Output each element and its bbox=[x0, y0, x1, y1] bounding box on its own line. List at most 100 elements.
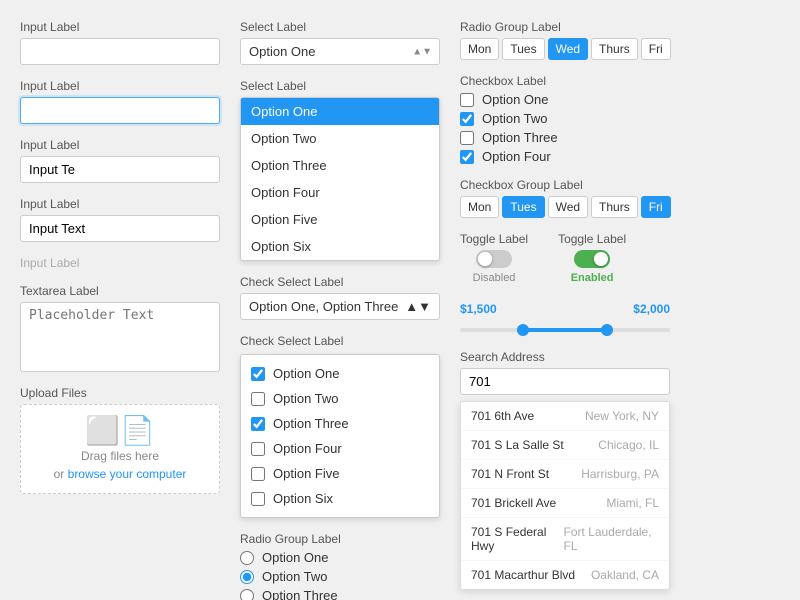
checkbox-group-label: Checkbox Group Label bbox=[460, 178, 670, 192]
radio-field: Radio Group Label Option One Option Two … bbox=[240, 532, 440, 600]
cb-opt-3-box[interactable] bbox=[460, 131, 474, 145]
textarea-field: Textarea Label bbox=[20, 284, 220, 372]
check-select-display[interactable]: Option One, Option Three ▲▼ bbox=[240, 293, 440, 320]
input-2[interactable] bbox=[20, 97, 220, 124]
day-wed[interactable]: Wed bbox=[548, 38, 588, 60]
addr-main-3: 701 N Front St bbox=[471, 467, 549, 481]
range-thumb-right[interactable] bbox=[601, 324, 613, 336]
addr-city-5: Fort Lauderdale, FL bbox=[563, 525, 659, 553]
radio-label: Radio Group Label bbox=[240, 532, 440, 546]
checkbox-field: Checkbox Label Option One Option Two Opt… bbox=[460, 74, 670, 164]
input-label-5: Input Label bbox=[20, 256, 220, 270]
range-labels: $1,500 $2,000 bbox=[460, 302, 670, 316]
radio-opt-3-btn[interactable] bbox=[240, 589, 254, 600]
dropdown-option-3[interactable]: Option Three bbox=[241, 152, 439, 179]
upload-dropzone[interactable]: ⬜📄 Drag files here or browse your comput… bbox=[20, 404, 220, 494]
upload-field: Upload Files ⬜📄 Drag files here or brows… bbox=[20, 386, 220, 494]
input-1[interactable] bbox=[20, 38, 220, 65]
toggle-2-track[interactable] bbox=[574, 250, 610, 268]
day-fri[interactable]: Fri bbox=[641, 38, 671, 60]
toggle-1-thumb bbox=[478, 252, 492, 266]
pill-mon[interactable]: Mon bbox=[460, 196, 499, 218]
pill-tues[interactable]: Tues bbox=[502, 196, 544, 218]
checkbox-group: Option One Option Two Option Three Optio… bbox=[460, 92, 670, 164]
toggle-1-track[interactable] bbox=[476, 250, 512, 268]
check-opt-1[interactable]: Option One bbox=[241, 361, 439, 386]
radio-opt-1-btn[interactable] bbox=[240, 551, 254, 565]
toggle-2: Toggle Label Enabled bbox=[558, 232, 626, 284]
toggle-label-1: Toggle Label bbox=[460, 232, 528, 246]
cb-opt-4[interactable]: Option Four bbox=[460, 149, 670, 164]
addr-city-6: Oakland, CA bbox=[591, 568, 659, 582]
toggle-row: Toggle Label Disabled Toggle Label Enabl… bbox=[460, 232, 670, 284]
day-thurs[interactable]: Thurs bbox=[591, 38, 638, 60]
input-field-4: Input Label bbox=[20, 197, 220, 242]
day-picker: Mon Tues Wed Thurs Fri bbox=[460, 38, 670, 60]
cb-opt-1[interactable]: Option One bbox=[460, 92, 670, 107]
radio-opt-1[interactable]: Option One bbox=[240, 550, 440, 565]
range-track[interactable] bbox=[460, 328, 670, 332]
search-result-3[interactable]: 701 N Front St Harrisburg, PA bbox=[461, 460, 669, 489]
addr-main-6: 701 Macarthur Blvd bbox=[471, 568, 575, 582]
check-opt-3-cb[interactable] bbox=[251, 417, 265, 431]
input-field-5: Input Label bbox=[20, 256, 220, 270]
cb-opt-2[interactable]: Option Two bbox=[460, 111, 670, 126]
check-opt-5[interactable]: Option Five bbox=[241, 461, 439, 486]
addr-city-3: Harrisburg, PA bbox=[581, 467, 659, 481]
dropdown-option-6[interactable]: Option Six bbox=[241, 233, 439, 260]
textarea-input[interactable] bbox=[20, 302, 220, 372]
search-input[interactable] bbox=[460, 368, 670, 395]
check-select-field: Check Select Label Option One, Option Th… bbox=[240, 275, 440, 320]
radio-opt-2-btn[interactable] bbox=[240, 570, 254, 584]
check-opt-4[interactable]: Option Four bbox=[241, 436, 439, 461]
search-result-1[interactable]: 701 6th Ave New York, NY bbox=[461, 402, 669, 431]
pill-wed[interactable]: Wed bbox=[548, 196, 588, 218]
textarea-label: Textarea Label bbox=[20, 284, 220, 298]
dropdown-option-2[interactable]: Option Two bbox=[241, 125, 439, 152]
pill-thurs[interactable]: Thurs bbox=[591, 196, 638, 218]
check-opt-4-cb[interactable] bbox=[251, 442, 265, 456]
search-result-4[interactable]: 701 Brickell Ave Miami, FL bbox=[461, 489, 669, 518]
radio-group: Option One Option Two Option Three Optio… bbox=[240, 550, 440, 600]
check-select-open: Check Select Label Option One Option Two… bbox=[240, 334, 440, 518]
browse-link[interactable]: browse your computer bbox=[68, 467, 187, 481]
browse-text: or browse your computer bbox=[54, 467, 187, 481]
day-tues[interactable]: Tues bbox=[502, 38, 544, 60]
radio-opt-2[interactable]: Option Two bbox=[240, 569, 440, 584]
check-opt-2[interactable]: Option Two bbox=[241, 386, 439, 411]
dropdown-option-4[interactable]: Option Four bbox=[241, 179, 439, 206]
addr-city-2: Chicago, IL bbox=[598, 438, 659, 452]
cb-opt-3[interactable]: Option Three bbox=[460, 130, 670, 145]
check-select-wrapper: Option One, Option Three ▲▼ bbox=[240, 293, 440, 320]
check-opt-2-cb[interactable] bbox=[251, 392, 265, 406]
search-field: Search Address 701 6th Ave New York, NY … bbox=[460, 350, 670, 590]
toggle-field: Toggle Label Disabled Toggle Label Enabl… bbox=[460, 232, 670, 284]
check-opt-6[interactable]: Option Six bbox=[241, 486, 439, 511]
column-2: Select Label Option One Option Two Optio… bbox=[240, 20, 440, 600]
day-mon[interactable]: Mon bbox=[460, 38, 499, 60]
select-1[interactable]: Option One Option Two Option Three Optio… bbox=[240, 38, 440, 65]
addr-main-4: 701 Brickell Ave bbox=[471, 496, 556, 510]
dropdown-option-1[interactable]: Option One bbox=[241, 98, 439, 125]
check-opt-1-cb[interactable] bbox=[251, 367, 265, 381]
check-opt-3[interactable]: Option Three bbox=[241, 411, 439, 436]
search-result-2[interactable]: 701 S La Salle St Chicago, IL bbox=[461, 431, 669, 460]
input-label-1: Input Label bbox=[20, 20, 220, 34]
dropdown-option-5[interactable]: Option Five bbox=[241, 206, 439, 233]
check-opt-5-cb[interactable] bbox=[251, 467, 265, 481]
column-3: Radio Group Label Mon Tues Wed Thurs Fri… bbox=[460, 20, 670, 600]
select-field-1: Select Label Option One Option Two Optio… bbox=[240, 20, 440, 65]
pill-fri[interactable]: Fri bbox=[641, 196, 671, 218]
cb-opt-2-box[interactable] bbox=[460, 112, 474, 126]
search-result-6[interactable]: 701 Macarthur Blvd Oakland, CA bbox=[461, 561, 669, 589]
search-result-5[interactable]: 701 S Federal Hwy Fort Lauderdale, FL bbox=[461, 518, 669, 561]
cb-opt-1-box[interactable] bbox=[460, 93, 474, 107]
range-thumb-left[interactable] bbox=[517, 324, 529, 336]
radio-opt-3[interactable]: Option Three bbox=[240, 588, 440, 600]
check-opt-6-cb[interactable] bbox=[251, 492, 265, 506]
input-4[interactable] bbox=[20, 215, 220, 242]
upload-label: Upload Files bbox=[20, 386, 220, 400]
search-label: Search Address bbox=[460, 350, 670, 364]
input-3[interactable] bbox=[20, 156, 220, 183]
cb-opt-4-box[interactable] bbox=[460, 150, 474, 164]
